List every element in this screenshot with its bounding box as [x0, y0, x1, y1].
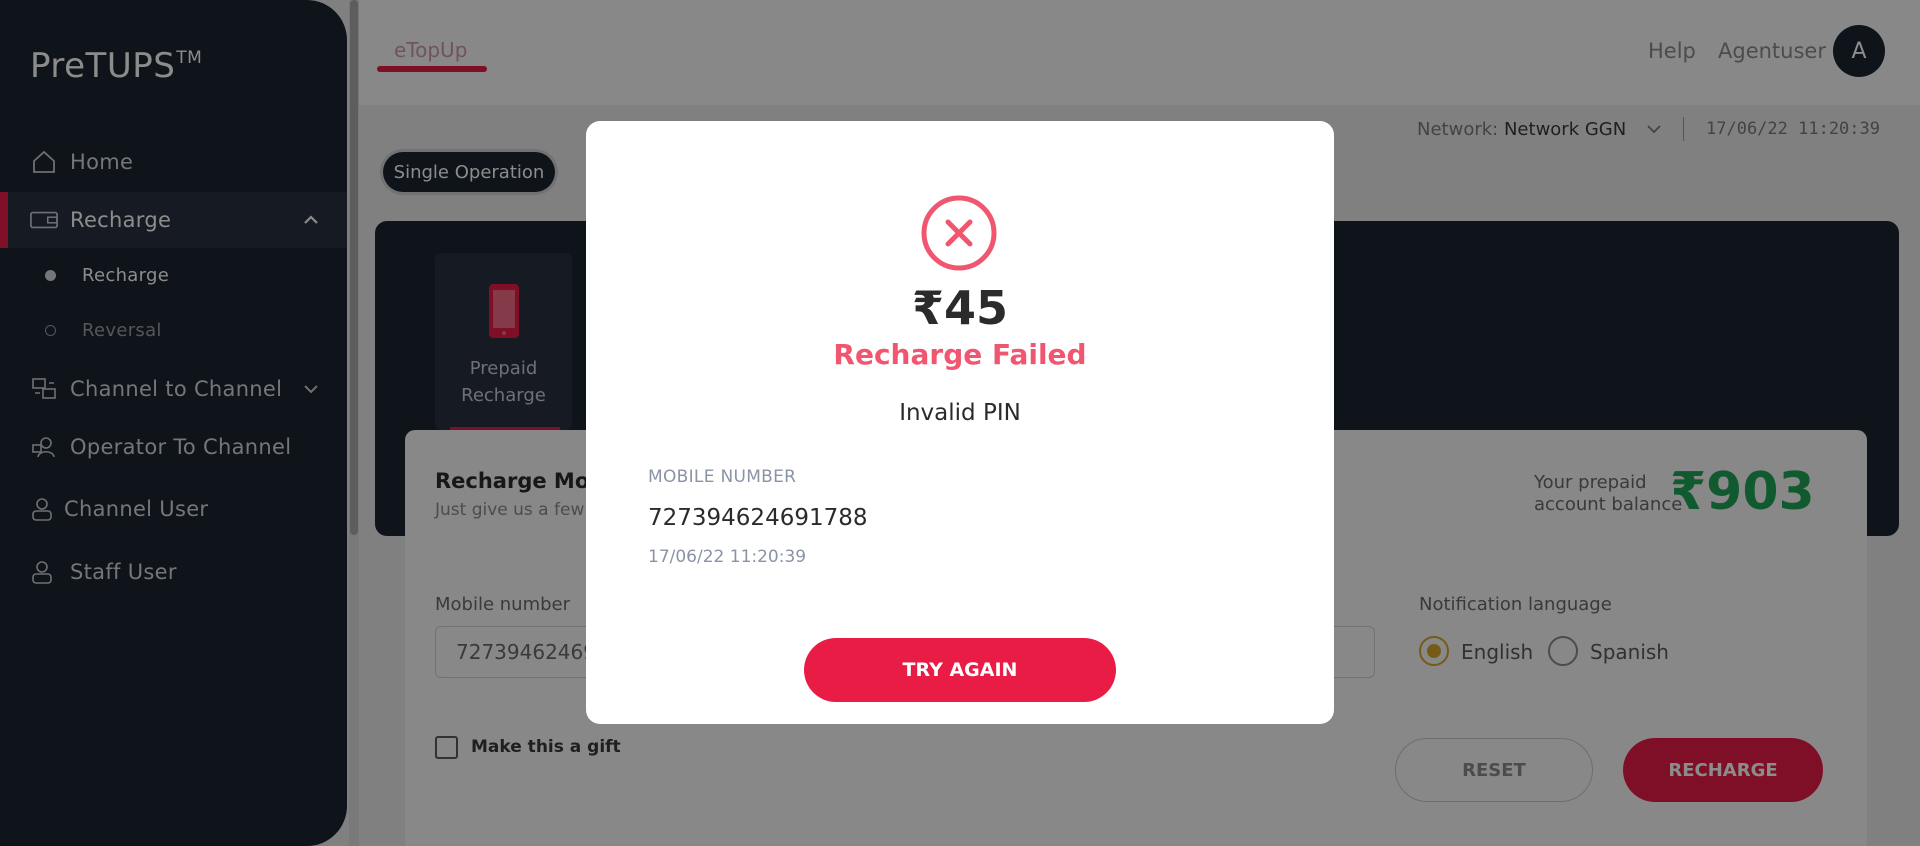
failure-reason: Invalid PIN: [899, 400, 1021, 426]
recharge-status: Recharge Failed: [833, 338, 1087, 371]
recharge-amount: ₹45: [911, 281, 1009, 335]
transaction-timestamp: 17/06/22 11:20:39: [648, 547, 807, 567]
try-again-button[interactable]: TRY AGAIN: [804, 638, 1116, 702]
mobile-number-value: 727394624691788: [648, 505, 868, 531]
error-x-icon: [921, 195, 997, 271]
recharge-result-dialog: ₹45 Recharge Failed Invalid PIN MOBILE N…: [586, 121, 1334, 724]
mobile-number-caption: MOBILE NUMBER: [648, 467, 797, 487]
